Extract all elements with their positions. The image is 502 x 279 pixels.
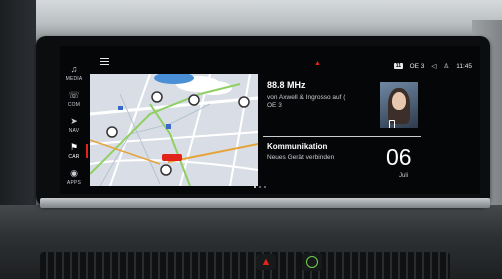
phone-in-hand-icon bbox=[389, 120, 395, 128]
sidebar-item-media[interactable]: ♫ MEDIA bbox=[60, 60, 88, 86]
sidebar-item-label: COM bbox=[67, 101, 81, 108]
volume-icon: ◁ bbox=[431, 63, 437, 70]
car-icon: ⚑ bbox=[69, 141, 79, 152]
navigation-icon: ➤ bbox=[70, 115, 78, 126]
driver-assist-icon bbox=[306, 256, 318, 268]
sidebar-item-label: MEDIA bbox=[65, 75, 83, 82]
radio-frequency: 88.8 MHz bbox=[267, 80, 306, 90]
chrome-trim bbox=[40, 198, 490, 208]
windshield-view bbox=[0, 0, 502, 40]
sidebar-item-nav[interactable]: ➤ NAV bbox=[60, 112, 88, 138]
clock: 11:45 bbox=[456, 62, 472, 70]
station-short: OE 3 bbox=[409, 62, 425, 70]
hazard-icon: ▲ bbox=[260, 256, 272, 268]
air-vent bbox=[40, 252, 450, 279]
phone-icon: ☏ bbox=[68, 89, 80, 100]
chevron-up-icon[interactable]: ▲ bbox=[314, 60, 321, 67]
radio-station-line2: OE 3 bbox=[267, 102, 282, 109]
apps-icon: ◉ bbox=[70, 167, 78, 178]
sidebar-item-label: NAV bbox=[68, 127, 80, 134]
divider bbox=[263, 136, 421, 137]
sidebar-item-apps[interactable]: ◉ APPS bbox=[60, 164, 88, 190]
communication-title: Kommunikation bbox=[267, 142, 328, 151]
sidebar: ♫ MEDIA ☏ COM ➤ NAV ⚑ CAR ◉ APPS bbox=[60, 60, 88, 194]
hazard-button[interactable]: ▲ bbox=[256, 254, 276, 270]
status-bar: 11 OE 3 ◁ ♙ 11:45 bbox=[394, 62, 472, 70]
channel-badge: 11 bbox=[394, 63, 403, 69]
page-dot bbox=[259, 186, 261, 188]
sidebar-item-label: APPS bbox=[66, 179, 82, 186]
sidebar-item-com[interactable]: ☏ COM bbox=[60, 86, 88, 112]
user-icon: ♙ bbox=[443, 63, 450, 70]
photo-scene: ♫ MEDIA ☏ COM ➤ NAV ⚑ CAR ◉ APPS ▲ 11 OE… bbox=[0, 0, 502, 279]
calendar-day: 06 bbox=[386, 144, 412, 170]
map-canvas bbox=[90, 74, 258, 186]
page-dot bbox=[254, 186, 256, 188]
driver-assist-button[interactable] bbox=[302, 253, 322, 271]
menu-icon[interactable] bbox=[100, 58, 109, 65]
sidebar-item-car[interactable]: ⚑ CAR bbox=[60, 138, 88, 164]
radio-station-line1: von Axwell & Ingrosso auf ( bbox=[267, 94, 346, 101]
map-widget[interactable] bbox=[90, 74, 258, 186]
cover-face bbox=[392, 92, 406, 110]
sidebar-item-label: CAR bbox=[68, 153, 80, 160]
page-indicator[interactable] bbox=[254, 186, 266, 188]
album-cover bbox=[380, 82, 418, 128]
infotainment-screen: ♫ MEDIA ☏ COM ➤ NAV ⚑ CAR ◉ APPS ▲ 11 OE… bbox=[60, 46, 480, 194]
calendar-month: Juli bbox=[399, 173, 409, 179]
page-dot bbox=[264, 186, 266, 188]
communication-card[interactable]: Kommunikation Neues Gerät verbinden 06 J… bbox=[263, 138, 473, 188]
communication-subtitle: Neues Gerät verbinden bbox=[267, 154, 335, 161]
music-note-icon: ♫ bbox=[70, 63, 78, 74]
